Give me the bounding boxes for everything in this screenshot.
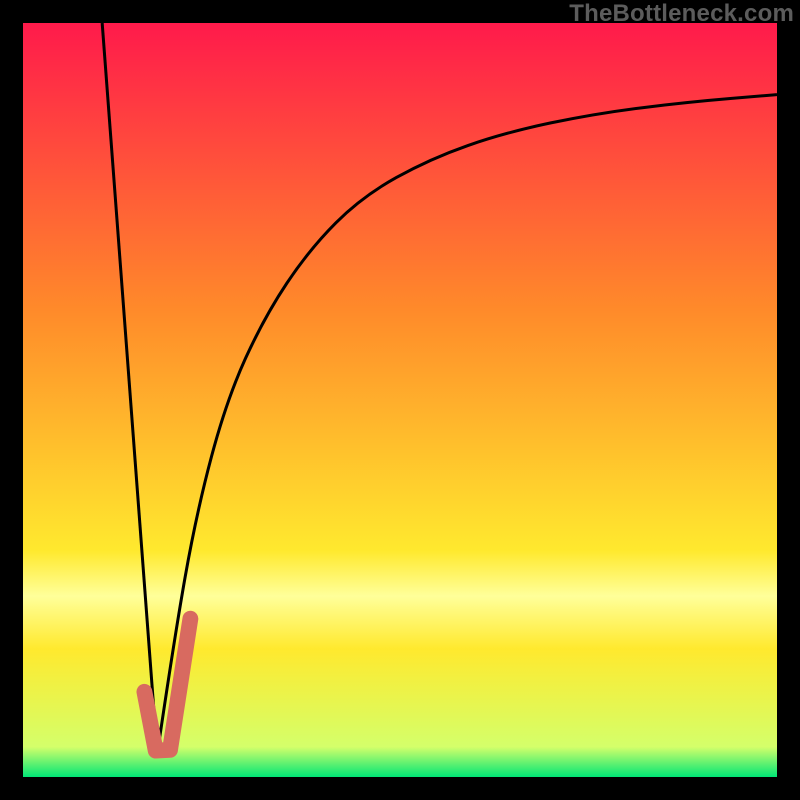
chart-svg: [23, 23, 777, 777]
chart-frame: TheBottleneck.com: [0, 0, 800, 800]
gradient-background: [23, 23, 777, 777]
plot-area: [23, 23, 777, 777]
watermark-text: TheBottleneck.com: [569, 0, 794, 28]
